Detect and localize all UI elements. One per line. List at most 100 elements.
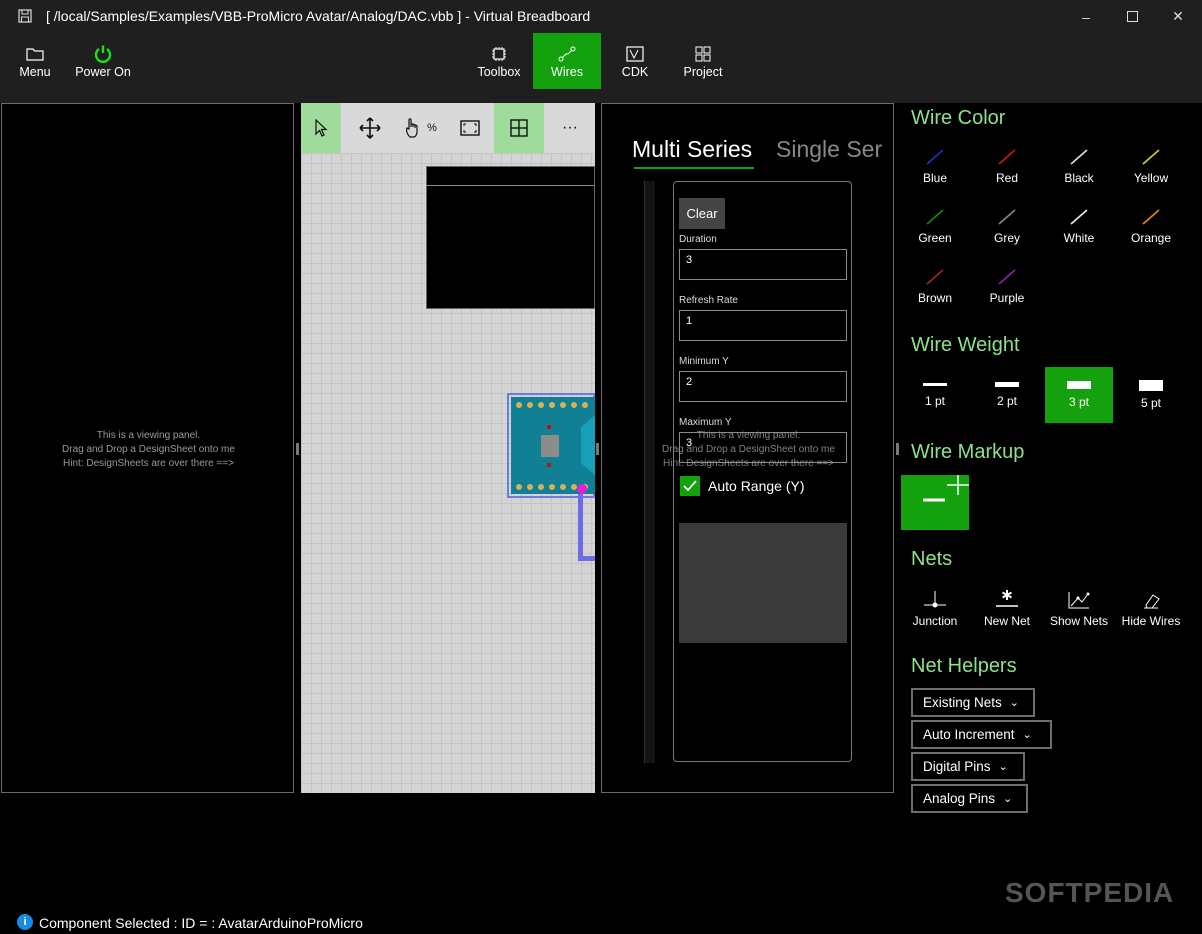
pro-micro-board[interactable] xyxy=(511,397,595,494)
wire-properties-panel: Wire Color Blue Red Black Yellow Green Grey Wh… xyxy=(901,103,1202,815)
scope-settings-card: Clear Duration 3 Refresh Rate 1 Minimum … xyxy=(673,181,852,762)
weight-1pt-button[interactable]: 1 pt xyxy=(901,367,969,423)
wire-markup-toggle[interactable] xyxy=(901,475,969,530)
auto-range-checkbox[interactable] xyxy=(680,476,700,496)
wire-icon xyxy=(558,43,576,65)
refresh-rate-input[interactable]: 1 xyxy=(679,310,847,341)
canvas-toolbar: % ··· xyxy=(301,103,595,153)
minimum-y-label: Minimum Y xyxy=(679,356,729,367)
maximize-button[interactable] xyxy=(1109,0,1155,33)
cdk-button[interactable]: CDK xyxy=(601,33,669,89)
auto-increment-dropdown[interactable]: Auto Increment ⌄ xyxy=(911,720,1052,749)
analog-pins-dropdown[interactable]: Analog Pins ⌄ xyxy=(911,784,1028,813)
move-icon xyxy=(359,117,381,139)
wire-color-grey[interactable]: Grey xyxy=(971,207,1043,245)
weight-5pt-button[interactable]: 5 pt xyxy=(1117,367,1185,423)
scope-component[interactable] xyxy=(426,166,595,309)
window-title: [ /local/Samples/Examples/VBB-ProMicro A… xyxy=(46,8,591,24)
fit-screen-icon xyxy=(460,120,480,136)
select-tool[interactable] xyxy=(301,103,341,153)
new-net-button[interactable]: New Net xyxy=(971,589,1043,628)
menu-button[interactable]: Menu xyxy=(10,33,60,89)
wire-color-red[interactable]: Red xyxy=(971,147,1043,185)
clear-button[interactable]: Clear xyxy=(679,198,725,229)
digital-pins-dropdown[interactable]: Digital Pins ⌄ xyxy=(911,752,1025,781)
wire-swatch-icon xyxy=(1070,209,1088,225)
viewing-panel-left[interactable]: This is a viewing panel. Drag and Drop a… xyxy=(1,103,294,793)
splitter-handle[interactable] xyxy=(296,443,299,455)
scope-scrollbar[interactable] xyxy=(644,181,655,763)
wire-swatch-icon xyxy=(926,269,944,285)
viewing-panel-hint: This is a viewing panel. Drag and Drop a… xyxy=(62,430,235,469)
chevron-down-icon: ⌄ xyxy=(1022,729,1032,741)
wire-color-black[interactable]: Black xyxy=(1043,147,1115,185)
wire-color-green[interactable]: Green xyxy=(899,207,971,245)
project-button[interactable]: Project xyxy=(669,33,737,89)
grid-icon xyxy=(510,119,528,137)
power-on-button[interactable]: Power On xyxy=(72,33,134,89)
cdk-icon xyxy=(626,43,644,65)
junction-button[interactable]: Junction xyxy=(899,589,971,628)
wire-markup-heading: Wire Markup xyxy=(911,441,1025,463)
wire-swatch-icon xyxy=(998,269,1016,285)
weight-2pt-button[interactable]: 2 pt xyxy=(973,367,1041,423)
existing-nets-dropdown[interactable]: Existing Nets ⌄ xyxy=(911,688,1035,717)
wire-swatch-icon xyxy=(926,149,944,165)
scope-preview-area xyxy=(679,523,847,643)
wire-segment-vertical[interactable] xyxy=(578,494,583,558)
show-nets-button[interactable]: Show Nets xyxy=(1043,589,1115,628)
wire-swatch-icon xyxy=(1142,149,1160,165)
wire-swatch-icon xyxy=(926,209,944,225)
eraser-icon xyxy=(1144,594,1160,609)
nets-heading: Nets xyxy=(911,548,953,570)
maximum-y-label: Maximum Y xyxy=(679,417,732,428)
check-icon xyxy=(683,480,697,492)
hand-icon xyxy=(406,118,418,138)
pin-marker[interactable] xyxy=(577,484,587,494)
wires-button[interactable]: Wires xyxy=(533,33,601,89)
duration-input[interactable]: 3 xyxy=(679,249,847,280)
minimum-y-input[interactable]: 2 xyxy=(679,371,847,402)
save-icon[interactable] xyxy=(18,9,32,28)
wire-color-white[interactable]: White xyxy=(1043,207,1115,245)
auto-range-label: Auto Range (Y) xyxy=(708,478,805,494)
refresh-rate-label: Refresh Rate xyxy=(679,295,738,306)
net-helpers-heading: Net Helpers xyxy=(911,655,1017,677)
info-icon: i xyxy=(17,914,33,930)
pan-tool[interactable] xyxy=(345,103,395,153)
more-options-button[interactable]: ··· xyxy=(545,103,595,153)
wire-swatch-icon xyxy=(1142,209,1160,225)
toolbox-button[interactable]: Toolbox xyxy=(465,33,533,89)
weight-3pt-button[interactable]: 3 pt xyxy=(1045,367,1113,423)
close-button[interactable]: ✕ xyxy=(1155,0,1201,33)
softpedia-watermark: SOFTPEDIA xyxy=(1005,877,1175,908)
duration-label: Duration xyxy=(679,234,717,245)
minimize-button[interactable]: – xyxy=(1063,0,1109,33)
junction-icon xyxy=(924,591,946,608)
tab-multi-series[interactable]: Multi Series xyxy=(632,136,752,163)
wire-color-yellow[interactable]: Yellow xyxy=(1115,147,1187,185)
tab-single-series[interactable]: Single Ser xyxy=(776,136,882,163)
design-canvas[interactable]: % ··· xyxy=(301,103,595,793)
asterisk-icon xyxy=(996,590,1018,607)
grid-toggle[interactable] xyxy=(494,103,544,153)
zoom-tool[interactable]: % xyxy=(397,103,443,153)
folder-icon xyxy=(26,43,44,65)
grid-icon xyxy=(695,43,711,65)
chip-icon xyxy=(491,43,507,65)
wire-color-blue[interactable]: Blue xyxy=(899,147,971,185)
chevron-down-icon: ⌄ xyxy=(998,761,1008,773)
wire-color-orange[interactable]: Orange xyxy=(1115,207,1187,245)
hide-wires-button[interactable]: Hide Wires xyxy=(1115,589,1187,628)
wire-color-heading: Wire Color xyxy=(911,107,1006,129)
wire-segment-horizontal[interactable] xyxy=(578,556,595,561)
wire-color-brown[interactable]: Brown xyxy=(899,267,971,305)
title-bar: [ /local/Samples/Examples/VBB-ProMicro A… xyxy=(0,0,1202,33)
splitter-handle[interactable] xyxy=(596,443,599,455)
viewing-panel-hint: This is a viewing panel. Drag and Drop a… xyxy=(662,430,835,469)
fit-tool[interactable] xyxy=(445,103,495,153)
plus-minus-icon xyxy=(923,475,969,502)
show-nets-icon xyxy=(1068,592,1090,609)
wire-color-purple[interactable]: Purple xyxy=(971,267,1043,305)
splitter-handle[interactable] xyxy=(896,443,899,455)
